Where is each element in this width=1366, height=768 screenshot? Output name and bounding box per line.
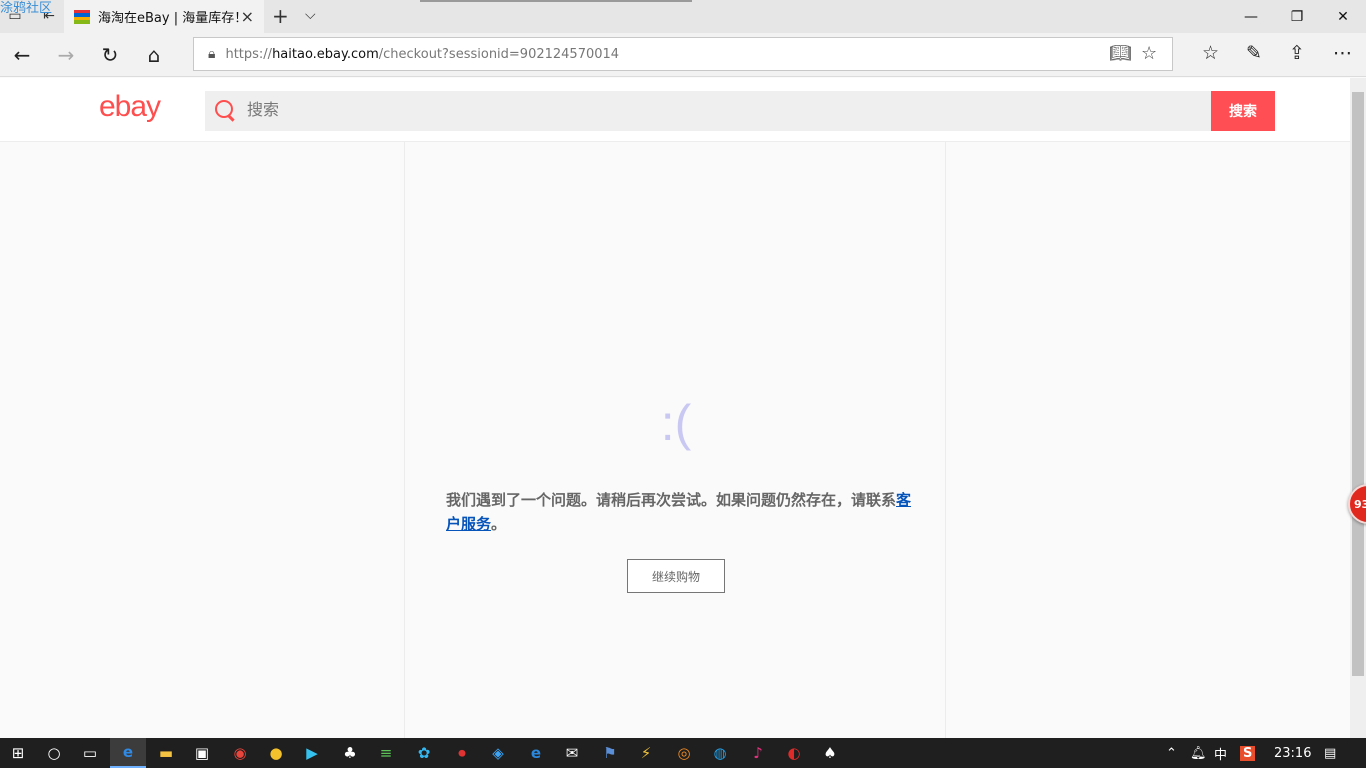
tab-close-icon[interactable]: × [241, 7, 254, 26]
tab-list-chevron-icon[interactable]: ⌵ [305, 7, 316, 23]
favorite-star-icon[interactable]: ☆ [1141, 43, 1157, 64]
back-arrow-icon[interactable]: ← [7, 41, 37, 69]
active-tab[interactable]: 海淘在eBay | 海量库存！ × [64, 0, 264, 33]
scrollbar-thumb[interactable] [1352, 92, 1364, 676]
search-icon [215, 100, 237, 122]
file-explorer-icon[interactable]: ▬ [148, 738, 184, 768]
action-center-icon[interactable]: ▤ [1324, 738, 1336, 768]
chrome-icon[interactable]: ◉ [222, 738, 258, 768]
app-yellow-icon[interactable]: ● [258, 738, 294, 768]
mail-icon[interactable]: ✉ [554, 738, 590, 768]
browser-toolbar: ← → ↻ ⌂ 🔒︎ https://haitao.ebay.com/check… [0, 33, 1366, 77]
ebay-logo[interactable]: ebay [99, 90, 161, 124]
refresh-icon[interactable]: ↻ [95, 41, 125, 69]
corner-overlay-text: 涂鸦社区 [0, 1, 53, 16]
url-text: https://haitao.ebay.com/checkout?session… [225, 46, 620, 62]
sad-face-emoticon: :( [660, 395, 692, 451]
home-icon[interactable]: ⌂ [139, 41, 169, 69]
record-icon[interactable]: ⏺ [444, 738, 480, 768]
search-input[interactable] [245, 91, 1211, 131]
tray-expand-chevron-icon[interactable]: ⌃ [1166, 738, 1177, 768]
lock-icon: 🔒︎ [208, 46, 216, 62]
cortana-circle-icon[interactable]: ○ [36, 738, 72, 768]
page-viewport: ebay 搜索 :( 我们遇到了一个问题。请稍后再次尝试。如果问题仍然存在，请联… [0, 78, 1350, 738]
forward-arrow-icon[interactable]: → [51, 41, 81, 69]
app-compass-icon[interactable]: ◍ [702, 738, 738, 768]
store-icon[interactable]: ▣ [184, 738, 220, 768]
app-orange-icon[interactable]: ◎ [666, 738, 702, 768]
windows-taskbar: ⊞ ○ ▭ e ▬ ▣ ◉ ● ▶ ♣ ≡ ✿ ⏺ ◈ e ✉ ⚑ ⚡ ◎ ◍ … [0, 738, 1366, 768]
music-icon[interactable]: ♪ [740, 738, 776, 768]
favorites-hub-icon[interactable]: ☆ [1202, 42, 1219, 64]
media-play-icon[interactable]: ▶ [294, 738, 330, 768]
continue-shopping-button[interactable]: 继续购物 [627, 559, 725, 593]
windows-start-icon[interactable]: ⊞ [0, 738, 36, 768]
error-panel: :( 我们遇到了一个问题。请稍后再次尝试。如果问题仍然存在，请联系客户服务。 继… [404, 142, 946, 738]
maximize-button[interactable]: ❐ [1274, 0, 1320, 33]
internet-explorer-icon[interactable]: e [518, 738, 554, 768]
new-tab-button[interactable]: + [272, 4, 289, 28]
close-window-button[interactable]: ✕ [1320, 0, 1366, 33]
app-stack-icon[interactable]: ≡ [368, 738, 404, 768]
sogou-input-icon[interactable]: S [1240, 738, 1256, 768]
app-cyan-icon[interactable]: ✿ [406, 738, 442, 768]
app-bolt-icon[interactable]: ⚡ [628, 738, 664, 768]
error-message: 我们遇到了一个问题。请稍后再次尝试。如果问题仍然存在，请联系客户服务。 [446, 491, 912, 533]
qq-icon[interactable]: ♠ [812, 738, 848, 768]
more-menu-icon[interactable]: ⋯ [1333, 42, 1352, 64]
share-icon[interactable]: ⇪ [1289, 42, 1305, 64]
notification-bell-icon[interactable]: 🔔︎ [1190, 738, 1207, 768]
web-note-pen-icon[interactable]: ✎ [1246, 42, 1262, 64]
app-blue-icon[interactable]: ◈ [480, 738, 516, 768]
clock[interactable]: 23:16 [1274, 738, 1311, 768]
ime-indicator[interactable]: 中 [1214, 738, 1227, 768]
tab-strip: ▭ ⇤ 涂鸦社区 海淘在eBay | 海量库存！ × + ⌵ — ❐ ✕ [0, 0, 1366, 33]
minimize-button[interactable]: — [1228, 0, 1274, 33]
ebay-favicon-icon [74, 9, 90, 24]
reading-view-icon[interactable]: 📖︎ [1109, 43, 1132, 64]
qq-penguin-icon[interactable]: ♣ [332, 738, 368, 768]
task-view-icon[interactable]: ▭ [72, 738, 108, 768]
search-box [205, 91, 1211, 131]
window-drag-shadow [420, 0, 692, 2]
search-button[interactable]: 搜索 [1211, 91, 1275, 131]
edge-browser-icon[interactable]: e [110, 738, 146, 768]
netease-music-icon[interactable]: ◐ [776, 738, 812, 768]
tab-title: 海淘在eBay | 海量库存！ [98, 11, 244, 26]
site-header: ebay 搜索 [0, 78, 1350, 142]
page-scrollbar[interactable] [1350, 78, 1366, 738]
address-bar[interactable]: 🔒︎ https://haitao.ebay.com/checkout?sess… [193, 37, 1173, 71]
app-flag-icon[interactable]: ⚑ [592, 738, 628, 768]
